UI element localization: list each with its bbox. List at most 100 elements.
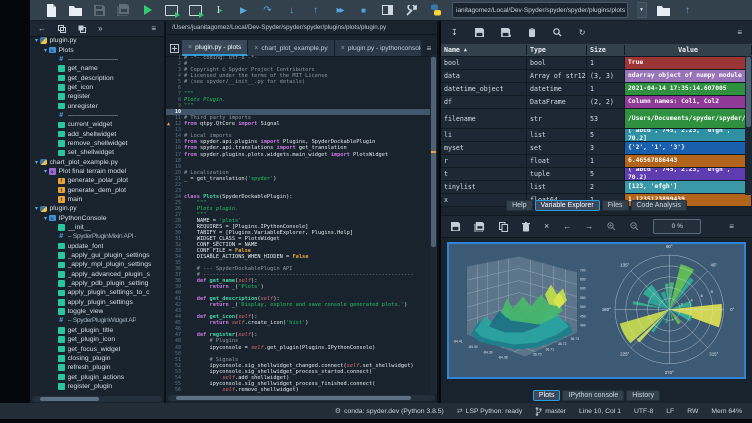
outline-item[interactable]: _apply_mpl_plugin_settings [30, 260, 164, 269]
zoom-out-button[interactable] [630, 222, 639, 231]
outline-item[interactable]: #-- SpyderPluginMixin API - [30, 232, 164, 241]
chevron-down-icon[interactable]: ▾ [42, 215, 49, 222]
collapse-all-button[interactable] [58, 25, 66, 33]
table-row[interactable]: lilist5['abcd', 745, 2.23, 'efgh', 70.2] [441, 129, 752, 142]
figure-thumbnail-selected[interactable]: -84.41-84.40-84.39-84.3836.7036.7136.723… [447, 242, 746, 379]
save-data-button[interactable] [475, 28, 484, 37]
save-plot-button[interactable] [451, 222, 460, 231]
tools-button[interactable] [404, 3, 419, 18]
outline-item[interactable]: get_focus_widget [30, 344, 164, 353]
table-vscrollbar[interactable] [745, 56, 752, 195]
close-tab-icon[interactable]: × [188, 44, 192, 51]
save-data-as-button[interactable] [501, 28, 511, 37]
reset-namespace-button[interactable] [528, 28, 536, 38]
run-cell-advance-button[interactable] [188, 3, 203, 18]
outline-item[interactable]: get_icon [30, 83, 164, 92]
outline-item[interactable]: #-- SpyderPluginWidget AP [30, 316, 164, 325]
table-row[interactable]: dfDataFrame(2, 2)Column names: Col1, Col… [441, 96, 752, 109]
editor-tab[interactable]: ×chart_plot_example.py [248, 40, 334, 56]
outline-item[interactable]: set_shellwidget [30, 148, 164, 157]
editor-tab[interactable]: ×plugin.py - plots [182, 40, 248, 56]
outline-item[interactable]: __init__ [30, 223, 164, 232]
parent-directory-button[interactable]: ↑ [680, 3, 695, 18]
outline-item[interactable]: fmain [30, 195, 164, 204]
outline-item[interactable]: remove_shellwidget [30, 139, 164, 148]
table-row[interactable]: tinylistlist2[123, 'efgh'] [441, 181, 752, 194]
code-line[interactable]: 56 self.remove_shellwidget) [166, 387, 430, 393]
table-row[interactable]: ttuple5('abcd', 745, 2.23, 'efgh', 70.2) [441, 168, 752, 181]
previous-plot-button[interactable]: ← [563, 223, 571, 231]
save-all-plots-button[interactable] [474, 222, 485, 232]
step-into-button[interactable]: ↓ [284, 3, 299, 18]
copy-plot-button[interactable] [499, 222, 508, 232]
maximize-pane-button[interactable] [380, 3, 395, 18]
refresh-button[interactable]: ↻ [579, 29, 586, 37]
table-row[interactable]: datetime_objectdatetime12021-04-14 17:35… [441, 83, 752, 96]
new-file-button[interactable] [44, 3, 59, 18]
save-all-button[interactable] [116, 3, 131, 18]
chevron-down-icon[interactable]: ▾ [42, 47, 49, 54]
editor-hscrollbar-thumb[interactable] [176, 396, 411, 400]
plots-options-button[interactable]: ≡ [729, 223, 734, 231]
outline-item[interactable]: ▾plugin.py [30, 36, 164, 45]
outline-item[interactable]: add_shellwidget [30, 129, 164, 138]
search-button[interactable] [553, 28, 562, 37]
zoom-in-button[interactable] [607, 222, 616, 231]
table-row[interactable]: boolbool1True [441, 57, 752, 70]
outline-item[interactable]: ▾xPlot final terrain model [30, 167, 164, 176]
pane-tab[interactable]: Code Analysis [631, 200, 687, 211]
editor-vscrollbar[interactable] [430, 55, 437, 394]
outline-item[interactable]: get_name [30, 64, 164, 73]
debug-button[interactable]: ▶ [236, 3, 251, 18]
outline-item[interactable]: get_plugin_title [30, 326, 164, 335]
outline-item[interactable]: fgenerate_dem_plot [30, 186, 164, 195]
outline-item[interactable]: ▾cPlots [30, 45, 164, 54]
outline-item[interactable]: #--------------------------- [30, 55, 164, 64]
outline-item[interactable]: _apply_advanced_plugin_s [30, 270, 164, 279]
chevron-down-icon[interactable]: ▾ [33, 37, 40, 44]
working-directory-combo[interactable]: ianitagomez/Local/Dev-Spyder/spyder/spyd… [452, 2, 628, 18]
outline-item[interactable]: ▾cIPythonConsole [30, 214, 164, 223]
run-selection-button[interactable]: I▸ [212, 3, 227, 18]
chevron-down-icon[interactable]: ▾ [33, 159, 40, 166]
close-tab-icon[interactable]: × [254, 45, 258, 52]
outline-item[interactable]: apply_plugin_settings_to_c [30, 288, 164, 297]
outline-item[interactable]: ▾plugin.py [30, 204, 164, 213]
next-plot-button[interactable]: → [585, 223, 593, 231]
outline-options-button[interactable]: ≡ [151, 25, 156, 33]
outline-item[interactable]: fgenerate_polar_plot [30, 176, 164, 185]
outline-item[interactable]: #--------------------------- [30, 111, 164, 120]
pane-tab[interactable]: Plots [533, 390, 561, 401]
save-button[interactable] [92, 3, 107, 18]
chevron-down-icon[interactable]: ▾ [42, 168, 49, 175]
pane-tab[interactable]: History [626, 390, 660, 401]
run-button[interactable] [140, 3, 155, 18]
outline-item[interactable]: apply_plugin_settings [30, 298, 164, 307]
pane-tab[interactable]: Variable Explorer [535, 200, 600, 211]
working-directory-dropdown[interactable]: ▼ [637, 2, 647, 18]
browse-directory-button[interactable] [656, 3, 671, 18]
table-vscrollbar-thumb[interactable] [746, 57, 751, 127]
run-cell-button[interactable] [164, 3, 179, 18]
outline-item[interactable]: get_plugin_actions [30, 372, 164, 381]
remove-all-plots-button[interactable]: × [544, 222, 549, 231]
outline-item[interactable]: _apply_gui_plugin_settings [30, 251, 164, 260]
outline-item[interactable]: current_widget [30, 120, 164, 129]
outline-item[interactable]: refresh_plugin [30, 363, 164, 372]
editor-tab[interactable]: ×plugin.py - ipythonconsole [335, 40, 421, 56]
more-actions-button[interactable]: » [98, 25, 102, 33]
stop-button[interactable]: ■ [356, 3, 371, 18]
pane-tab[interactable]: Files [602, 200, 629, 211]
table-row[interactable]: mysetset3{'2', '1', '3'} [441, 142, 752, 155]
table-header[interactable]: Name ▲ Type Size Value [441, 44, 752, 57]
pane-tab[interactable]: IPython console [562, 390, 624, 401]
pane-tab[interactable]: Help [506, 200, 532, 211]
remove-plot-button[interactable] [522, 222, 530, 232]
expand-all-button[interactable] [78, 25, 86, 33]
chevron-down-icon[interactable]: ▾ [33, 205, 40, 212]
outline-item[interactable]: toggle_view [30, 307, 164, 316]
outline-item[interactable]: register_plugin [30, 382, 164, 391]
code-area[interactable]: 1# -*- coding: utf-8 -*-2#3# Copyright ©… [166, 55, 430, 394]
step-out-button[interactable]: ↑ [308, 3, 323, 18]
table-row[interactable]: dataArray of str128(3, 3)ndarray object … [441, 70, 752, 83]
